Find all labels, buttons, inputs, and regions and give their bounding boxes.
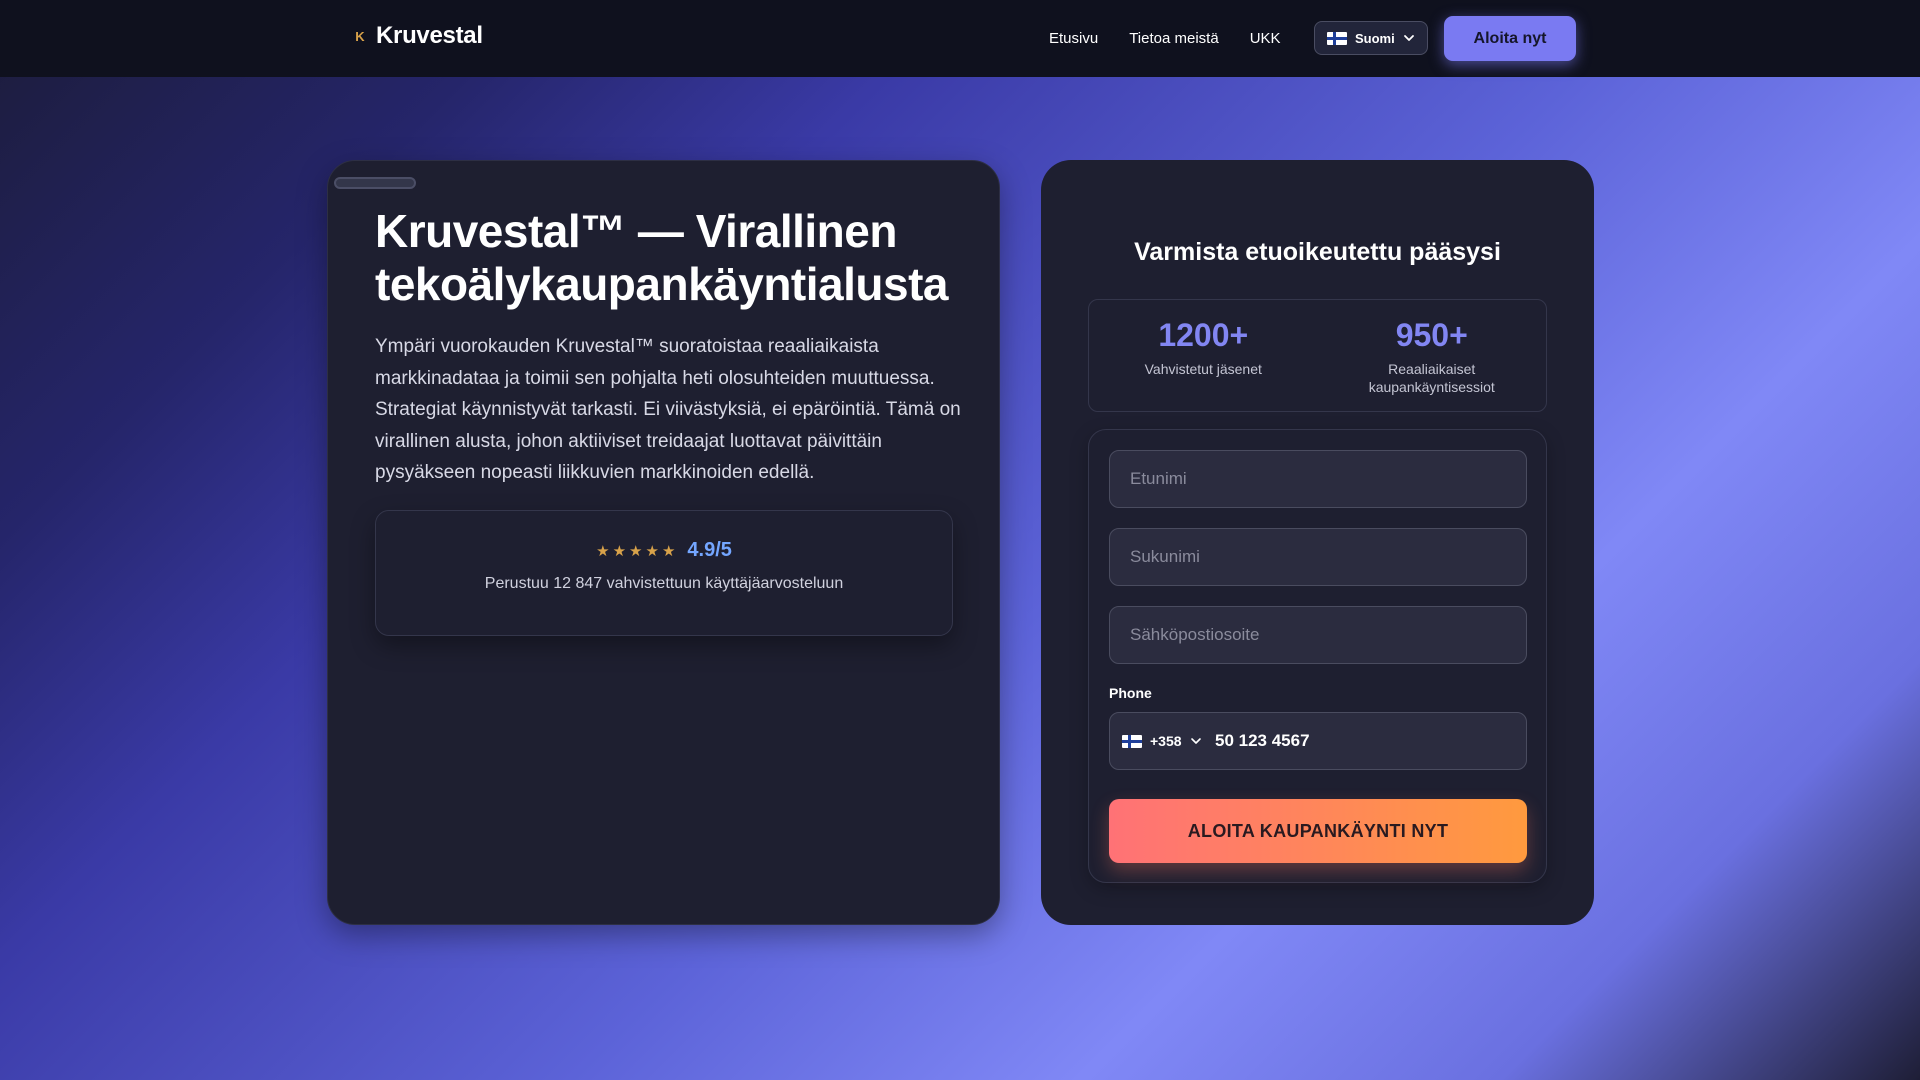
brand-mark-icon: K: [355, 28, 365, 44]
start-now-button[interactable]: Aloita nyt: [1444, 16, 1576, 61]
rating-stars: ★ ★ ★ ★ ★: [596, 542, 675, 560]
nav-link-home[interactable]: Etusivu: [1049, 30, 1098, 47]
finland-flag-icon: [1122, 734, 1142, 748]
stats-panel: 1200+ Vahvistetut jäsenet 950+ Reaaliaik…: [1088, 299, 1547, 412]
nav-links: Etusivu Tietoa meistä UKK: [1049, 0, 1281, 77]
nav-link-faq[interactable]: UKK: [1250, 30, 1281, 47]
start-trading-button[interactable]: ALOITA KAUPANKÄYNTI NYT: [1109, 799, 1527, 863]
stat-sessions: 950+ Reaaliaikaiset kaupankäyntisessiot: [1318, 300, 1547, 411]
first-name-input[interactable]: [1109, 450, 1527, 508]
chevron-down-icon: [1190, 738, 1201, 744]
brand-name: Kruvestal: [376, 22, 483, 49]
page-title: Kruvestal™ — Virallinen tekoälykaupankäy…: [375, 205, 948, 310]
chevron-down-icon: [1403, 35, 1414, 41]
stat-value: 950+: [1395, 317, 1468, 353]
rating-subtitle: Perustuu 12 847 vahvistettuun käyttäjäar…: [484, 575, 844, 592]
last-name-input[interactable]: [1109, 528, 1527, 586]
country-code-selector[interactable]: +358: [1110, 713, 1215, 769]
hero-card: Kruvestal™ — Virallinen tekoälykaupankäy…: [327, 160, 1000, 925]
signup-form: Phone +358 ALOITA KAUPANKÄYNTI NYT: [1088, 429, 1547, 883]
star-icon: ★: [596, 542, 610, 560]
star-icon: ★: [645, 542, 659, 560]
country-code: +358: [1150, 733, 1182, 749]
language-label: Suomi: [1355, 30, 1395, 46]
phone-label: Phone: [1109, 685, 1152, 701]
finland-flag-icon: [1327, 31, 1347, 45]
nav-link-about[interactable]: Tietoa meistä: [1129, 30, 1218, 47]
email-input[interactable]: [1109, 606, 1527, 664]
language-selector[interactable]: Suomi: [1314, 21, 1428, 55]
rating-row: ★ ★ ★ ★ ★ 4.9/5: [376, 539, 952, 562]
phone-input[interactable]: [1215, 713, 1526, 769]
stat-value: 1200+: [1158, 317, 1249, 353]
rating-score: 4.9/5: [687, 539, 732, 561]
brand-logo[interactable]: K Kruvestal: [352, 22, 483, 50]
star-icon: ★: [629, 542, 643, 560]
stat-members: 1200+ Vahvistetut jäsenet: [1089, 300, 1318, 411]
rating-card: ★ ★ ★ ★ ★ 4.9/5 Perustuu 12 847 vahviste…: [375, 510, 953, 636]
decorative-pill: [334, 177, 416, 189]
signup-card: Varmista etuoikeutettu pääsysi 1200+ Vah…: [1041, 160, 1594, 925]
stat-label: Vahvistetut jäsenet: [1144, 361, 1262, 377]
form-title: Varmista etuoikeutettu pääsysi: [1134, 238, 1501, 266]
star-icon: ★: [612, 542, 627, 560]
top-navbar: K Kruvestal Etusivu Tietoa meistä UKK Su…: [0, 0, 1920, 77]
phone-field: +358: [1109, 712, 1527, 770]
hero-description: Ympäri vuorokauden Kruvestal™ suoratoist…: [375, 336, 961, 483]
stat-label: Reaaliaikaiset kaupankäyntisessiot: [1368, 361, 1495, 395]
star-icon: ★: [661, 542, 676, 560]
